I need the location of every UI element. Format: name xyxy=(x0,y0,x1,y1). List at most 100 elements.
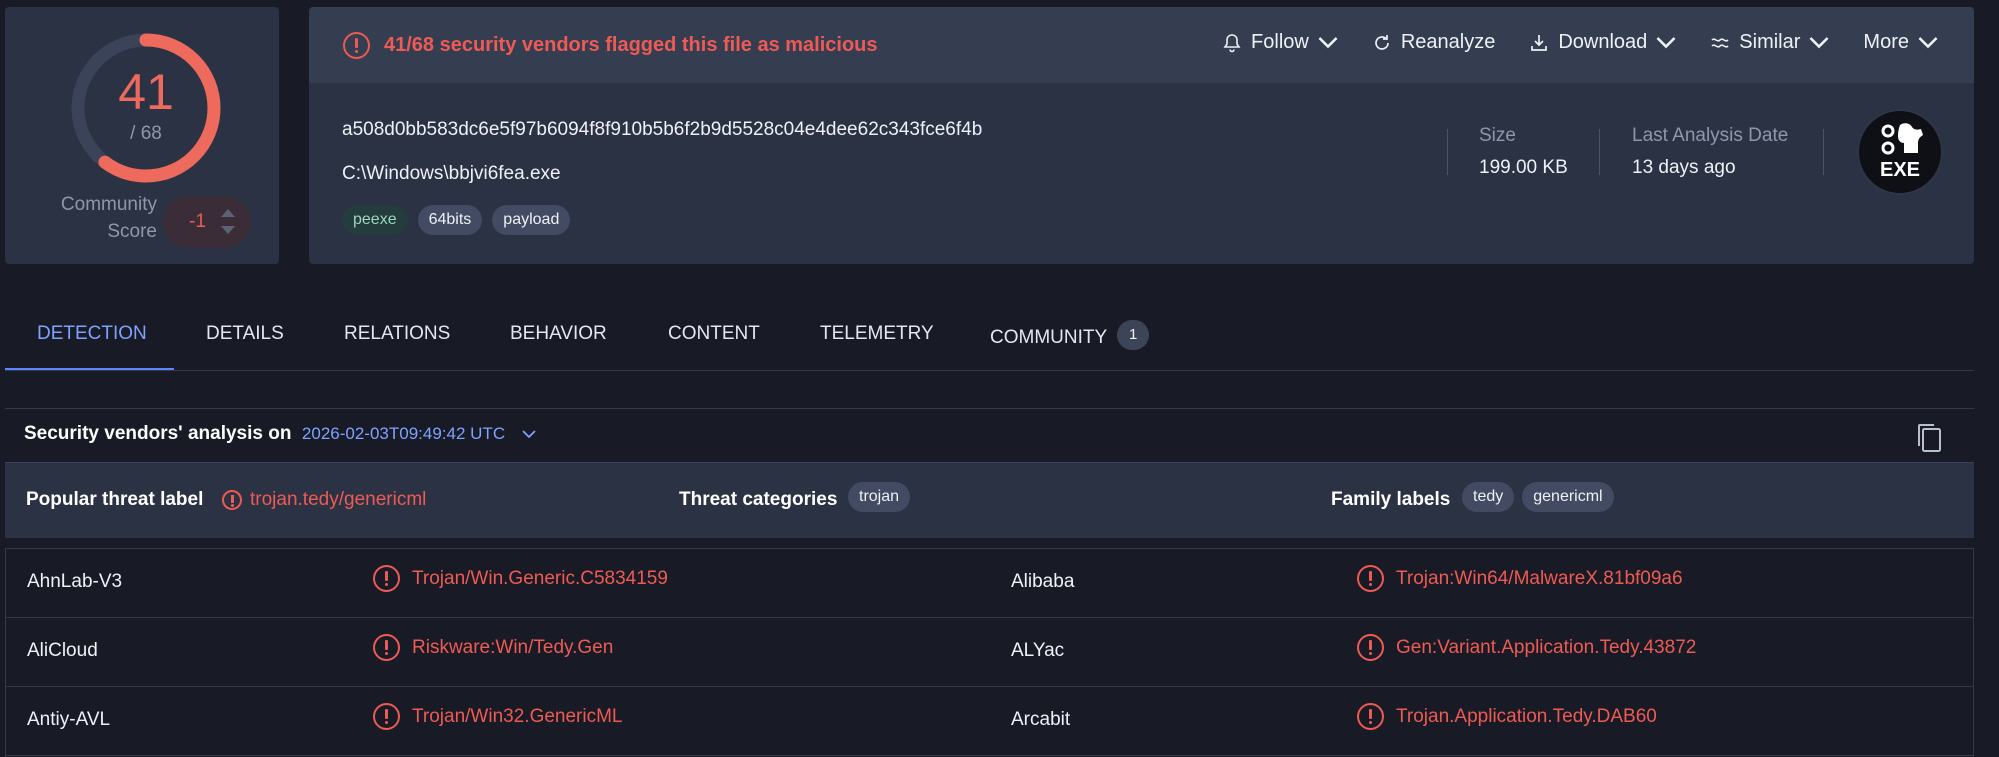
vendor-result-text: Trojan.Application.Tedy.DAB60 xyxy=(1396,705,1657,727)
popular-threat-value: trojan.tedy/genericml xyxy=(250,489,427,510)
file-type-text: EXE xyxy=(1879,159,1921,181)
table-row: AliCloud Riskware:Win/Tedy.Gen ALYac Gen… xyxy=(6,618,1973,687)
analysis-header: Security vendors' analysis on 2026-02-03… xyxy=(24,423,536,445)
file-tags: peexe 64bits payload xyxy=(342,205,571,235)
threat-categories: trojan xyxy=(848,482,911,512)
family-labels: tedy genericml xyxy=(1462,482,1614,512)
chevron-down-icon xyxy=(1656,36,1676,48)
file-type-badge: EXE xyxy=(1857,109,1943,195)
malicious-alert-text: 41/68 security vendors flagged this file… xyxy=(384,34,878,56)
tabs-divider xyxy=(5,370,1974,371)
vendor-result: Trojan/Win32.GenericML xyxy=(373,703,622,730)
category-tag[interactable]: trojan xyxy=(848,482,911,512)
tab-detection[interactable]: DETECTION xyxy=(37,323,147,345)
meta-divider xyxy=(1823,129,1824,175)
size-value: 199.00 KB xyxy=(1479,157,1568,178)
more-label: More xyxy=(1863,31,1909,53)
meta-divider xyxy=(1599,129,1600,175)
download-button[interactable]: Download xyxy=(1529,31,1676,54)
vendor-name: Arcabit xyxy=(1011,709,1071,730)
file-actions: Follow Reanalyze Download Similar More xyxy=(1222,31,1938,54)
follow-label: Follow xyxy=(1251,31,1309,53)
community-score-value: -1 xyxy=(189,211,206,232)
downvote-icon[interactable] xyxy=(221,226,235,234)
vendor-result: Trojan:Win64/MalwareX.81bf09a6 xyxy=(1357,565,1683,592)
analysis-date-dropdown[interactable]: 2026-02-03T09:49:42 UTC xyxy=(302,424,505,443)
tab-telemetry[interactable]: TELEMETRY xyxy=(820,323,934,345)
vendor-result-text: Trojan/Win32.GenericML xyxy=(412,705,623,727)
vendor-name: Alibaba xyxy=(1011,571,1075,592)
threat-categories-label: Threat categories xyxy=(679,489,838,510)
reanalyze-label: Reanalyze xyxy=(1400,31,1496,53)
family-tag[interactable]: tedy xyxy=(1462,482,1515,512)
tab-community[interactable]: COMMUNITY 1 xyxy=(990,320,1150,353)
more-button[interactable]: More xyxy=(1863,31,1938,54)
size-label: Size xyxy=(1479,125,1516,146)
vendor-name: AhnLab-V3 xyxy=(27,571,123,592)
similar-button[interactable]: Similar xyxy=(1710,31,1829,54)
tab-community-label: COMMUNITY xyxy=(990,327,1108,349)
similar-label: Similar xyxy=(1739,31,1801,53)
last-analysis-value: 13 days ago xyxy=(1632,157,1736,178)
analysis-title: Security vendors' analysis on xyxy=(24,423,292,444)
follow-button[interactable]: Follow xyxy=(1222,31,1338,54)
tab-details[interactable]: DETAILS xyxy=(206,323,284,345)
vendor-result: Trojan.Application.Tedy.DAB60 xyxy=(1357,703,1657,730)
community-count-badge: 1 xyxy=(1117,320,1150,350)
file-header-panel: 41/68 security vendors flagged this file… xyxy=(309,7,1974,264)
vendor-result: Riskware:Win/Tedy.Gen xyxy=(373,634,613,661)
copy-icon[interactable] xyxy=(1916,423,1942,453)
file-hash[interactable]: a508d0bb583dc6e5f97b6094f8f910b5b6f2b9d5… xyxy=(342,119,982,141)
family-tag[interactable]: genericml xyxy=(1522,482,1614,512)
vendor-result-text: Trojan:Win64/MalwareX.81bf09a6 xyxy=(1396,567,1683,589)
similar-icon xyxy=(1711,37,1729,48)
tab-content[interactable]: CONTENT xyxy=(668,323,760,345)
vendor-name: ALYac xyxy=(1011,640,1065,661)
threat-summary-bar: Popular threat label trojan.tedy/generic… xyxy=(5,462,1974,538)
tab-relations[interactable]: RELATIONS xyxy=(344,323,450,345)
gears-icon xyxy=(1881,123,1923,155)
vendor-result-text: Gen:Variant.Application.Tedy.43872 xyxy=(1396,636,1697,658)
chevron-down-icon xyxy=(1318,36,1338,48)
alert-circle-icon xyxy=(373,565,400,592)
download-label: Download xyxy=(1558,31,1648,53)
refresh-icon xyxy=(1375,34,1389,50)
vendor-results-table: AhnLab-V3 Trojan/Win.Generic.C5834159 Al… xyxy=(5,548,1974,757)
vendor-result: Gen:Variant.Application.Tedy.43872 xyxy=(1357,634,1696,661)
vendor-result-text: Trojan/Win.Generic.C5834159 xyxy=(412,567,668,589)
tag-payload[interactable]: payload xyxy=(492,205,571,235)
alert-circle-icon xyxy=(373,703,400,730)
family-labels-label: Family labels xyxy=(1331,489,1451,510)
detection-gauge: 41 / 68 xyxy=(65,27,227,189)
file-name: C:\Windows\bbjvi6fea.exe xyxy=(342,163,561,184)
tag-peexe[interactable]: peexe xyxy=(342,205,408,235)
download-icon xyxy=(1531,34,1548,51)
vendor-name: Antiy-AVL xyxy=(27,709,111,730)
table-row: Antiy-AVL Trojan/Win32.GenericML Arcabit… xyxy=(6,687,1973,756)
tab-behavior[interactable]: BEHAVIOR xyxy=(510,323,607,345)
vendor-result-text: Riskware:Win/Tedy.Gen xyxy=(412,636,614,658)
popular-threat[interactable]: trojan.tedy/genericml xyxy=(222,489,426,511)
meta-divider xyxy=(1447,129,1448,175)
chevron-down-icon xyxy=(1809,36,1829,48)
alert-bar: 41/68 security vendors flagged this file… xyxy=(309,7,1974,83)
detection-score-card: 41 / 68 Community Score -1 xyxy=(5,7,279,264)
upvote-icon[interactable] xyxy=(221,209,235,217)
engine-total: / 68 xyxy=(130,123,162,144)
vendor-analysis-section: Security vendors' analysis on 2026-02-03… xyxy=(5,408,1974,757)
tag-64bits[interactable]: 64bits xyxy=(417,205,483,235)
last-analysis-label: Last Analysis Date xyxy=(1632,125,1789,146)
alert-circle-icon xyxy=(1357,634,1384,661)
reanalyze-button[interactable]: Reanalyze xyxy=(1372,31,1496,54)
alert-circle-icon xyxy=(373,634,400,661)
section-tabs: DETECTION DETAILS RELATIONS BEHAVIOR CON… xyxy=(5,313,1974,371)
alert-circle-icon xyxy=(343,32,370,59)
chevron-down-icon[interactable] xyxy=(521,430,536,439)
alert-circle-icon xyxy=(222,490,242,510)
community-score-label: Community Score xyxy=(60,194,157,242)
table-row: AhnLab-V3 Trojan/Win.Generic.C5834159 Al… xyxy=(6,549,1973,618)
alert-circle-icon xyxy=(1357,703,1384,730)
community-score-widget: -1 xyxy=(163,196,251,248)
alert-circle-icon xyxy=(1357,565,1384,592)
detection-count: 41 xyxy=(118,64,174,120)
